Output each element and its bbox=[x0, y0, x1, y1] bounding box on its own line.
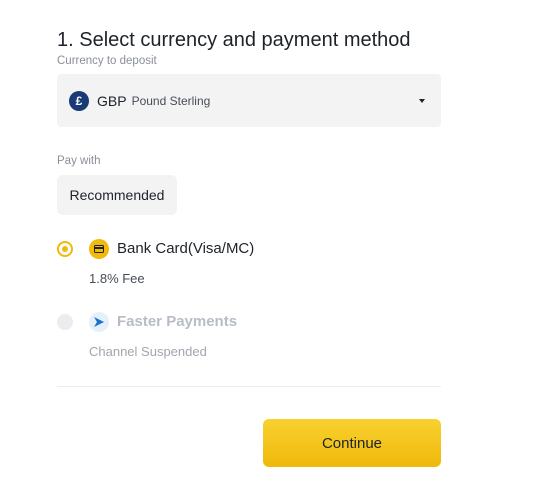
pound-sterling-icon: £ bbox=[69, 90, 89, 111]
method-fee: 1.8% Fee bbox=[89, 271, 145, 286]
method-status: Channel Suspended bbox=[89, 344, 207, 359]
faster-payments-icon bbox=[89, 312, 109, 332]
currency-select[interactable]: £ GBP Pound Sterling bbox=[57, 74, 441, 127]
pay-with-label: Pay with bbox=[57, 155, 101, 167]
method-name: Faster Payments bbox=[117, 313, 238, 330]
divider bbox=[57, 386, 441, 387]
currency-code: GBP bbox=[97, 92, 127, 109]
caret-down-icon bbox=[419, 99, 425, 103]
page-title: 1. Select currency and payment method bbox=[57, 29, 411, 51]
bank-card-icon bbox=[89, 239, 109, 259]
radio-disabled bbox=[57, 314, 73, 330]
continue-button[interactable]: Continue bbox=[263, 419, 441, 467]
currency-label: Currency to deposit bbox=[57, 55, 157, 67]
currency-name: Pound Sterling bbox=[131, 93, 211, 108]
tab-recommended[interactable]: Recommended bbox=[57, 175, 177, 215]
radio-selected[interactable] bbox=[57, 241, 73, 257]
method-name: Bank Card(Visa/MC) bbox=[117, 240, 255, 257]
